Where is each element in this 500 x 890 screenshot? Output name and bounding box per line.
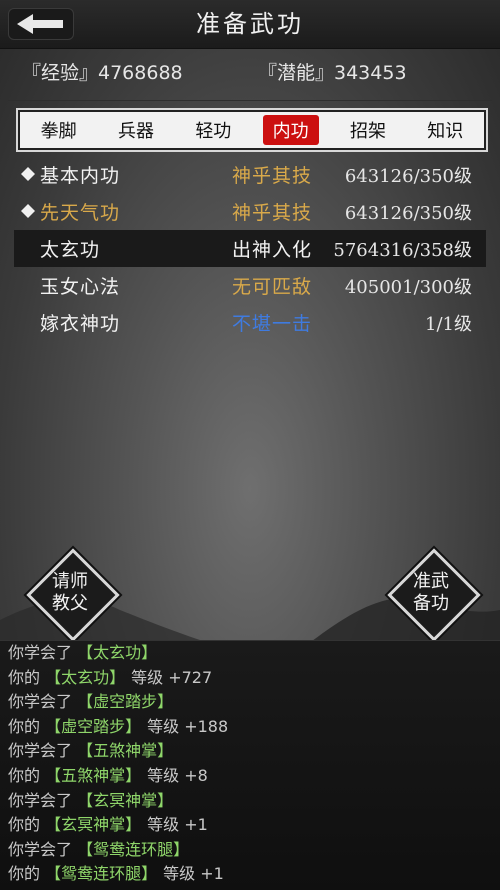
log-line: 你学会了 【五煞神掌】 <box>8 741 174 761</box>
diamond-marker-icon <box>21 204 35 218</box>
skill-row[interactable]: 基本内功 神乎其技 643126/350级 <box>14 156 486 193</box>
tab-parry[interactable]: 招架 <box>340 115 396 145</box>
skill-name: 嫁衣神功 <box>40 313 121 335</box>
skill-list: 基本内功 神乎其技 643126/350级 先天气功 神乎其技 643126/3… <box>14 156 486 341</box>
skill-level: 643126/350级 <box>344 203 472 224</box>
skill-name: 基本内功 <box>40 165 121 187</box>
tab-lightness[interactable]: 轻功 <box>185 115 241 145</box>
skill-grade: 神乎其技 <box>232 202 313 224</box>
log-line: 你的 【五煞神掌】 等级 +8 <box>8 765 208 785</box>
skill-row-selected[interactable]: 太玄功 出神入化 5764316/358级 <box>14 230 486 267</box>
log-line: 你的 【鸳鸯连环腿】 等级 +1 <box>8 864 224 884</box>
header-bar: 准备武功 <box>0 0 500 49</box>
log-line: 你学会了 【虚空踏步】 <box>8 692 174 712</box>
skill-grade: 神乎其技 <box>232 165 313 187</box>
experience-stat: 『经验』4768688 <box>22 62 183 84</box>
log-line: 你的 【太玄功】 等级 +727 <box>8 667 213 687</box>
prepare-skill-button[interactable]: 准武 备功 <box>387 548 481 642</box>
ask-master-button[interactable]: 请师 教父 <box>26 548 120 642</box>
skill-category-tabs: 拳脚 兵器 轻功 内功 招架 知识 <box>18 110 486 150</box>
skill-name: 玉女心法 <box>40 276 121 298</box>
skill-grade: 出神入化 <box>232 239 313 261</box>
skill-row[interactable]: 玉女心法 无可匹敌 405001/300级 <box>14 267 486 304</box>
skill-name: 先天气功 <box>40 202 121 224</box>
skill-level: 405001/300级 <box>344 277 472 298</box>
diamond-marker-icon <box>21 167 35 181</box>
skill-row[interactable]: 嫁衣神功 不堪一击 1/1级 <box>14 304 486 341</box>
log-line: 你学会了 【玄冥神掌】 <box>8 790 174 810</box>
prepare-skill-label: 准武 备功 <box>413 571 449 614</box>
skill-grade: 无可匹敌 <box>232 276 313 298</box>
log-line: 你的 【玄冥神掌】 等级 +1 <box>8 815 208 835</box>
ask-master-label: 请师 教父 <box>52 571 88 614</box>
skill-row[interactable]: 先天气功 神乎其技 643126/350级 <box>14 193 486 230</box>
page-title: 准备武功 <box>196 10 304 38</box>
log-line: 你的 【虚空踏步】 等级 +188 <box>8 716 229 736</box>
log-line: 你学会了 【鸳鸯连环腿】 <box>8 839 190 859</box>
skill-name: 太玄功 <box>40 239 101 261</box>
potential-stat: 『潜能』343453 <box>258 62 407 84</box>
tab-inner[interactable]: 内功 <box>262 115 319 145</box>
tab-fist[interactable]: 拳脚 <box>31 115 87 145</box>
skill-level: 5764316/358级 <box>333 240 472 261</box>
skill-grade: 不堪一击 <box>232 313 313 335</box>
log-line: 你学会了 【太玄功】 <box>8 643 158 662</box>
skill-level: 643126/350级 <box>344 166 472 187</box>
tab-knowledge[interactable]: 知识 <box>417 115 473 145</box>
message-log: 你学会了 【太玄功】 你的 【太玄功】 等级 +727 你学会了 【虚空踏步】 你… <box>0 640 500 890</box>
tab-weapon[interactable]: 兵器 <box>108 115 164 145</box>
skill-level: 1/1级 <box>425 314 472 335</box>
